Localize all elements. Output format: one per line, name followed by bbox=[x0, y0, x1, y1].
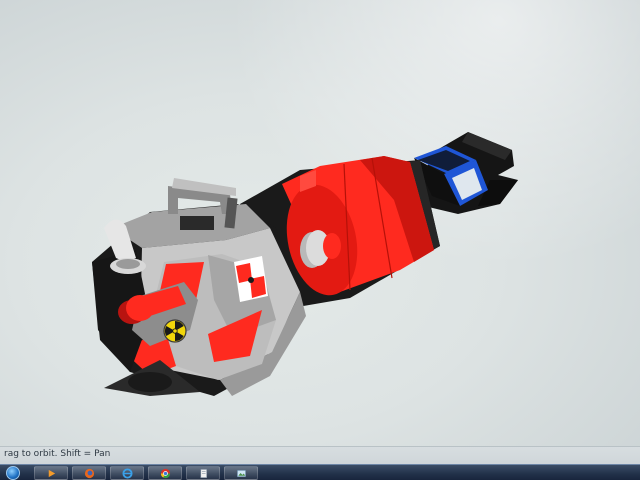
taskbar-chrome-button[interactable] bbox=[148, 466, 182, 480]
taskbar-image-viewer-button[interactable] bbox=[224, 466, 258, 480]
taskbar bbox=[0, 464, 640, 480]
chrome-icon bbox=[160, 468, 170, 478]
image-viewer-icon bbox=[236, 469, 246, 477]
warning-decal-square bbox=[234, 256, 268, 302]
model-scene[interactable] bbox=[0, 0, 640, 480]
status-bar: rag to orbit. Shift = Pan bbox=[0, 446, 640, 465]
taskbar-media-player-button[interactable] bbox=[34, 466, 68, 480]
document-icon bbox=[199, 468, 207, 478]
media-player-icon bbox=[48, 469, 55, 477]
taskbar-firefox-button[interactable] bbox=[72, 466, 106, 480]
taskbar-document-button[interactable] bbox=[186, 466, 220, 480]
firefox-icon bbox=[84, 468, 94, 478]
start-orb-icon[interactable] bbox=[6, 466, 20, 480]
status-hint: rag to orbit. Shift = Pan bbox=[4, 449, 111, 459]
internet-explorer-icon bbox=[121, 467, 133, 479]
viewport-3d[interactable]: rag to orbit. Shift = Pan bbox=[0, 0, 640, 480]
taskbar-internet-explorer-button[interactable] bbox=[110, 466, 144, 480]
